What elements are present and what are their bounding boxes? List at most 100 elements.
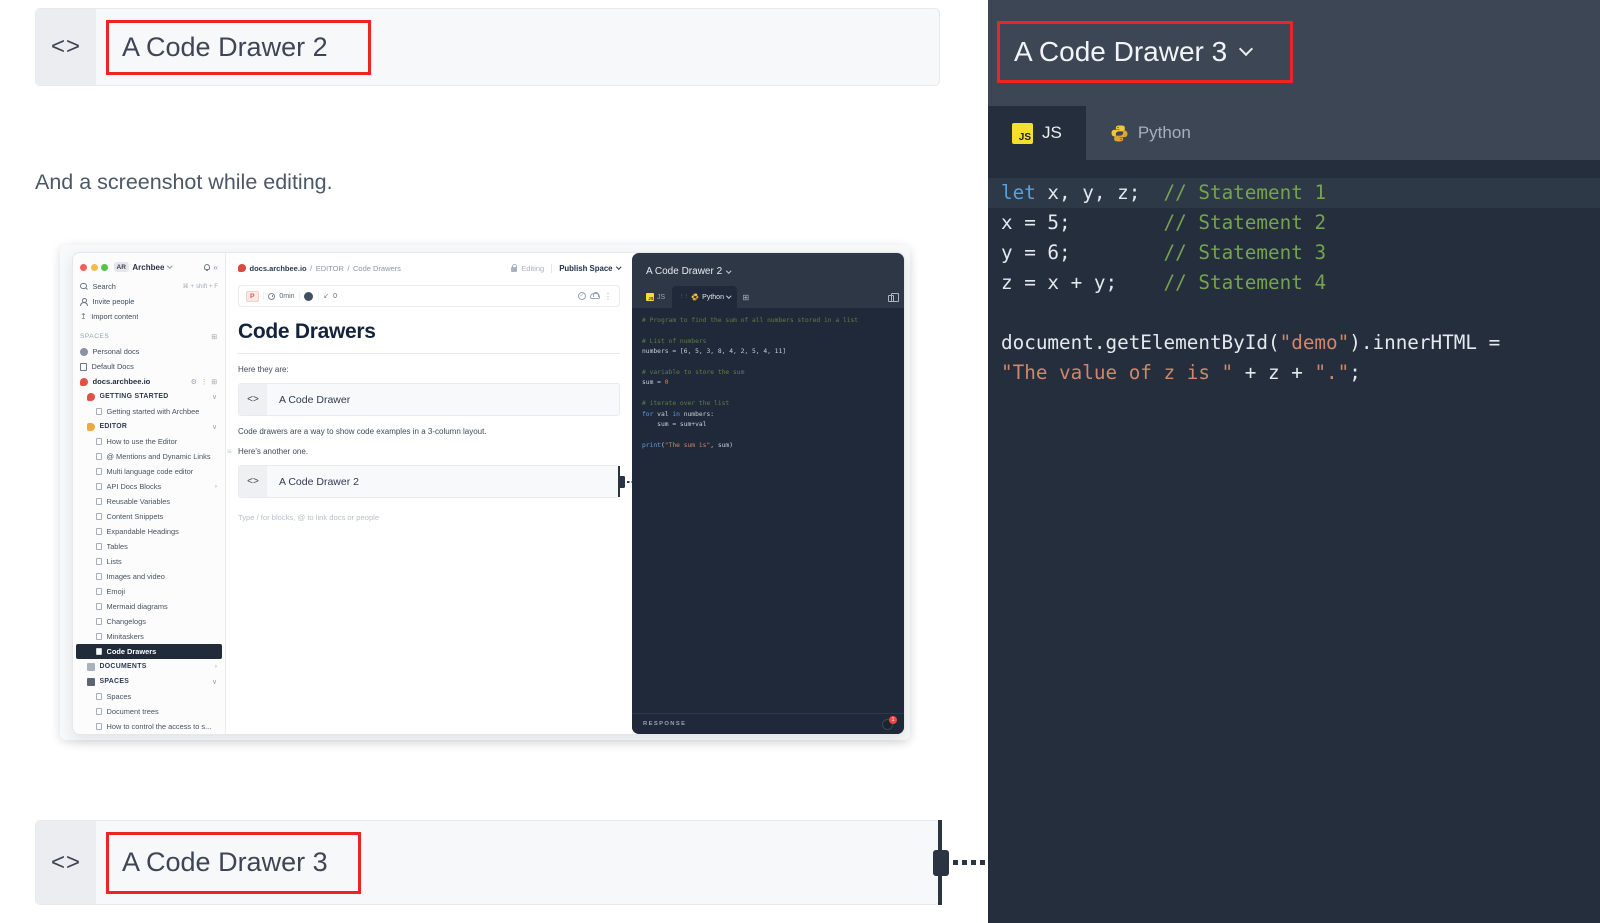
tab-label: JS [1042,123,1062,143]
sidebar-item: @ Mentions and Dynamic Links [73,449,225,464]
sidebar-item: Invite people [73,294,225,309]
rocket-icon [87,393,95,401]
sidebar-item: Reusable Variables [73,494,225,509]
drawer-title: A Code Drawer 2 [122,32,328,63]
annotation-box: A Code Drawer 3 [997,21,1293,83]
chevron-icon: › [215,483,218,490]
python-logo-icon [1110,124,1129,143]
doc-icon [96,513,102,521]
breadcrumb-section: EDITOR [316,264,344,273]
panel-tabs: JS JS Python [988,106,1600,160]
sidebar-item: ↥Import content [73,309,225,324]
mini-code-drawer-2: <> A Code Drawer 2 [238,465,620,498]
invite-people-icon [80,298,88,306]
chevron-down-icon [726,294,731,299]
workspace-avatar: AR [114,262,129,272]
sidebar-item: Minitaskers [73,629,225,644]
sidebar-item: docs.archbee.io⚙ ⋮ ⊞ [73,374,225,389]
doc-icon [96,588,102,596]
chevron-down-icon[interactable] [1239,42,1253,56]
doc-icon [96,618,102,626]
chevron-icon: ∨ [212,423,218,431]
priority-badge: P [246,291,259,302]
collapse-sidebar-icon: « [213,262,218,272]
paragraph: And a screenshot while editing. [35,170,333,195]
code-icon: <> [239,466,267,497]
doc-icon [96,603,102,611]
mini-editor: docs.archbee.io / EDITOR / Code Drawers … [226,253,632,734]
view-count: 0 [333,293,337,300]
intercom-icon: 1 [882,719,893,730]
sidebar-item: API Docs Blocks› [73,479,225,494]
copy-icon [888,295,894,302]
clock-icon [268,293,275,300]
mini-tab-js: JS JS [639,286,672,308]
code-drawer-block-3[interactable]: <> A Code Drawer 3 [35,820,940,905]
js-logo-icon: JS [1012,123,1033,144]
mini-sidebar: AR Archbee « Search⌘ + shift + FInvite p… [73,253,226,734]
doc-icon [96,573,102,581]
sidebar-item: Code Drawers [76,644,222,659]
search-icon [80,283,88,291]
mini-sidebar-list: Search⌘ + shift + FInvite people↥Import … [73,279,225,734]
sidebar-item: Changelogs [73,614,225,629]
tab-python[interactable]: Python [1086,106,1215,160]
drawer-code[interactable]: let x, y, z; // Statement 1x = 5; // Sta… [988,160,1600,923]
drawer-body: A Code Drawer 3 [96,821,939,904]
doc-title: Code Drawers [238,320,620,344]
plus-icon: ⊞ [211,333,218,341]
drawer-panel-title[interactable]: A Code Drawer 3 [1014,36,1227,68]
chevron-icon: › [215,663,218,670]
sidebar-item: DOCUMENTS› [73,659,225,674]
avatar-icon [80,348,88,356]
drawer-title: A Code Drawer [267,384,350,415]
notification-badge: 1 [889,716,897,724]
sidebar-item: Mermaid diagrams [73,599,225,614]
sidebar-item: GETTING STARTED∨ [73,389,225,404]
sidebar-item: Personal docs [73,344,225,359]
doc-icon [96,498,102,506]
sidebar-item: SPACES∨ [73,674,225,689]
mini-drawer-panel: A Code Drawer 2 JS JS ⋮⋮ Python [632,253,904,734]
sidebar-item: How to control the access to s... [73,719,225,734]
bell-icon [204,264,210,271]
drag-handle[interactable] [933,850,949,876]
sidebar-item: Document trees [73,704,225,719]
breadcrumb-site: docs.archbee.io [250,264,307,273]
breadcrumb-page: Code Drawers [353,264,401,273]
doc-icon [96,453,102,461]
doc-icon [96,483,102,491]
code-icon: <> [36,821,96,904]
doc-paragraph: ≡ Here's another one. [238,447,620,456]
doc-meta-bar: P | 0min | | ↙ 0 ✓ ⋮ [238,285,620,307]
mini-panel-tabs: JS JS ⋮⋮ Python ⊞ [632,286,904,308]
editor-status: Editing Publish Space [511,264,620,273]
annotation-box: A Code Drawer 3 [106,832,361,894]
sidebar-item: Tables [73,539,225,554]
code-drawer-block-2[interactable]: <> A Code Drawer 2 [35,8,940,86]
screenshot-image[interactable]: AR Archbee « Search⌘ + shift + FInvite p… [60,245,910,740]
tab-js[interactable]: JS JS [988,106,1086,160]
doc-icon [96,708,102,716]
js-logo-icon: JS [646,293,654,301]
doc-icon [96,723,102,731]
mini-panel-title: A Code Drawer 2 [632,253,904,286]
publish-space-button: Publish Space [559,264,612,273]
more-icon: ⋮ [604,292,612,301]
spaces-icon [87,678,95,686]
add-tab-icon: ⊞ [742,286,749,308]
code-icon: <> [239,384,267,415]
chevron-down-icon [726,268,731,273]
doc-icon [96,558,102,566]
doc-paragraph: Here they are: [238,365,620,374]
sidebar-item: Expandable Headings [73,524,225,539]
doc-icon [96,693,102,701]
connector-dots [953,860,987,865]
pencil-icon [87,423,95,431]
close-icon [80,264,87,271]
maximize-icon [101,264,108,271]
documents-icon [87,663,95,671]
chevron-icon: ∨ [212,678,218,686]
sidebar-item: Default Docs [73,359,225,374]
drag-dots-icon: ⋮⋮ [679,294,688,300]
